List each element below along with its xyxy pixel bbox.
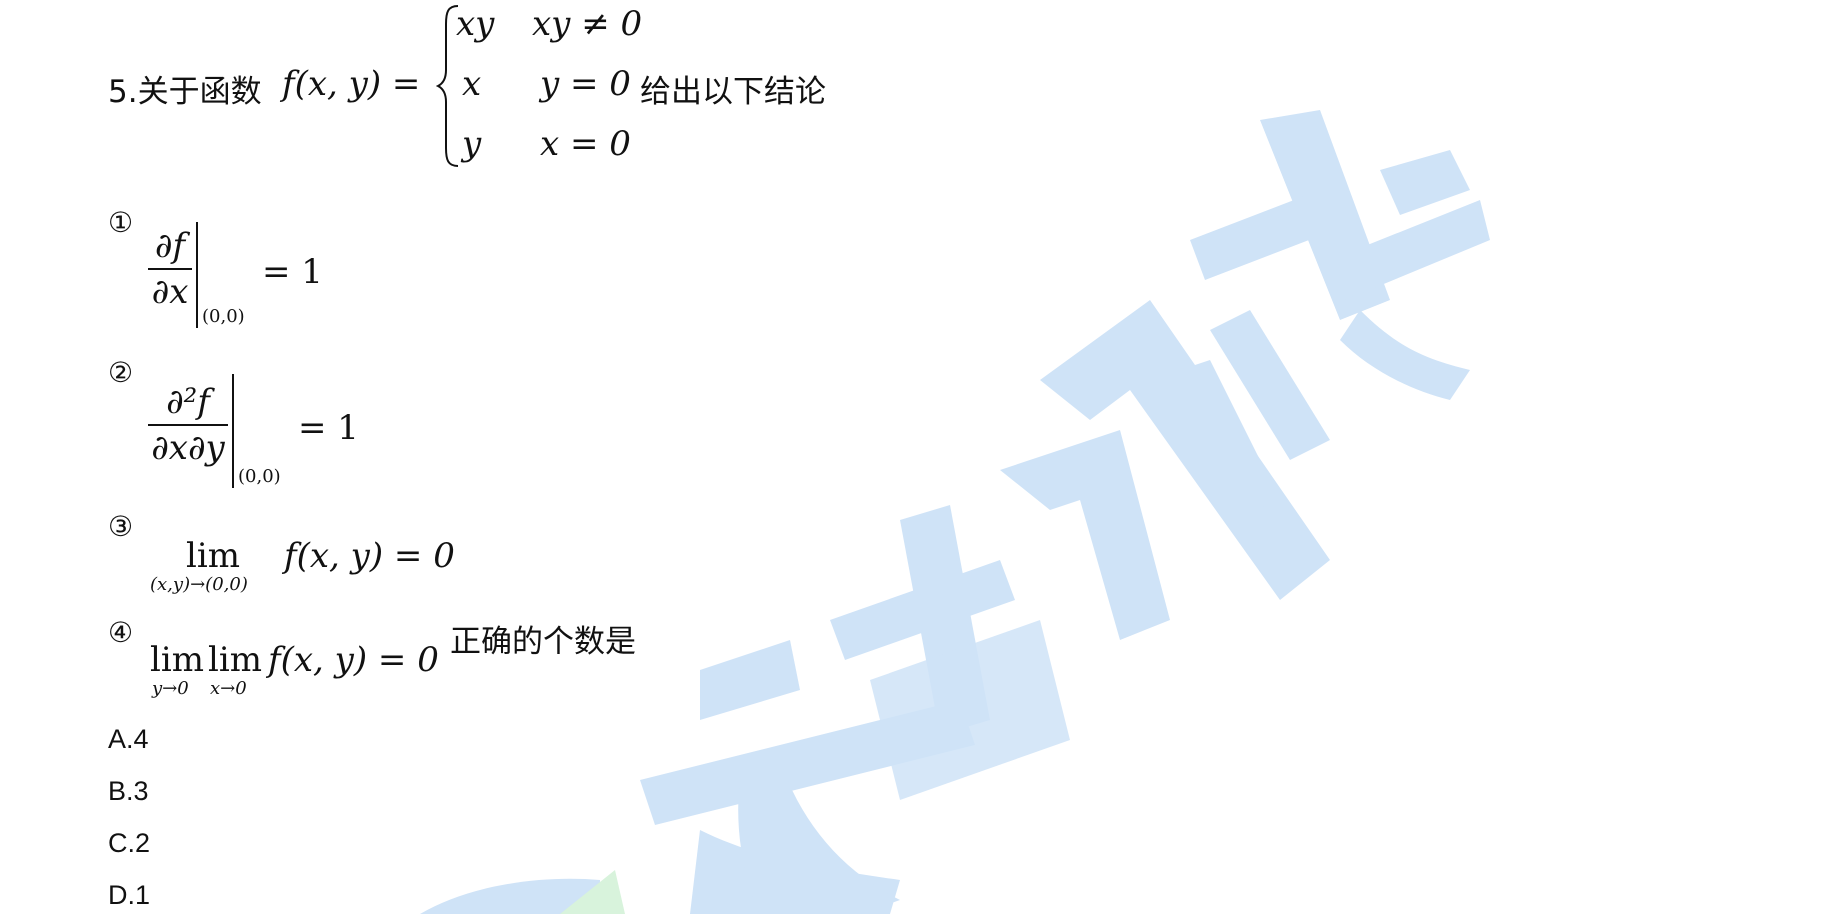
statement-2-marker: ② — [108, 356, 134, 389]
statement-3-lim-subscript: (x,y)→(0,0) — [150, 574, 248, 595]
statement-2-eval-point: (0,0) — [238, 466, 281, 487]
statement-1-rhs: = 1 — [262, 252, 323, 292]
statement-4-marker: ④ — [108, 616, 134, 649]
statement-2-numerator: ∂²f — [166, 382, 210, 422]
statement-1-marker: ① — [108, 206, 134, 239]
statement-1-eval-bar — [196, 222, 198, 328]
case-3-expr: y — [462, 124, 482, 164]
statement-4-expr: f(x, y) = 0 — [268, 640, 439, 680]
option-a[interactable]: A.4 — [108, 724, 149, 755]
watermark-logo — [420, 110, 1490, 914]
option-c[interactable]: C.2 — [108, 828, 150, 859]
document-page: 5.关于函数 f(x, y) = xy xy ≠ 0 x y = 0 y x =… — [0, 0, 1842, 914]
question-prefix: 5.关于函数 — [108, 74, 262, 110]
case-2-expr: x — [462, 64, 482, 104]
statement-2-denominator: ∂x∂y — [151, 428, 225, 468]
statement-2-eval-bar — [232, 374, 234, 488]
statement-4-tail: 正确的个数是 — [450, 624, 636, 660]
statement-2-rhs: = 1 — [298, 408, 359, 448]
case-2-condition: y = 0 — [540, 64, 631, 104]
case-1-condition: xy ≠ 0 — [532, 4, 643, 44]
statement-4-lim-inner-subscript: x→0 — [210, 678, 247, 699]
statement-1-numerator: ∂f — [154, 226, 186, 266]
option-d[interactable]: D.1 — [108, 880, 150, 911]
statement-4-lim-outer-subscript: y→0 — [152, 678, 189, 699]
statement-2-fraction: ∂²f ∂x∂y — [148, 382, 228, 468]
question-suffix: 给出以下结论 — [640, 74, 826, 110]
case-1-expr: xy — [456, 4, 495, 44]
statement-4-lim-inner: lim — [208, 640, 262, 680]
statement-3-expr: f(x, y) = 0 — [284, 536, 455, 576]
statement-1-eval-point: (0,0) — [202, 306, 245, 327]
statement-3-marker: ③ — [108, 510, 134, 543]
statement-4-lim-outer: lim — [150, 640, 204, 680]
case-3-condition: x = 0 — [540, 124, 631, 164]
statement-3-lim: lim — [186, 536, 240, 576]
statement-1-denominator: ∂x — [151, 272, 189, 312]
option-b[interactable]: B.3 — [108, 776, 149, 807]
statement-1-fraction: ∂f ∂x — [148, 226, 192, 312]
function-name: f(x, y) = — [282, 64, 421, 104]
